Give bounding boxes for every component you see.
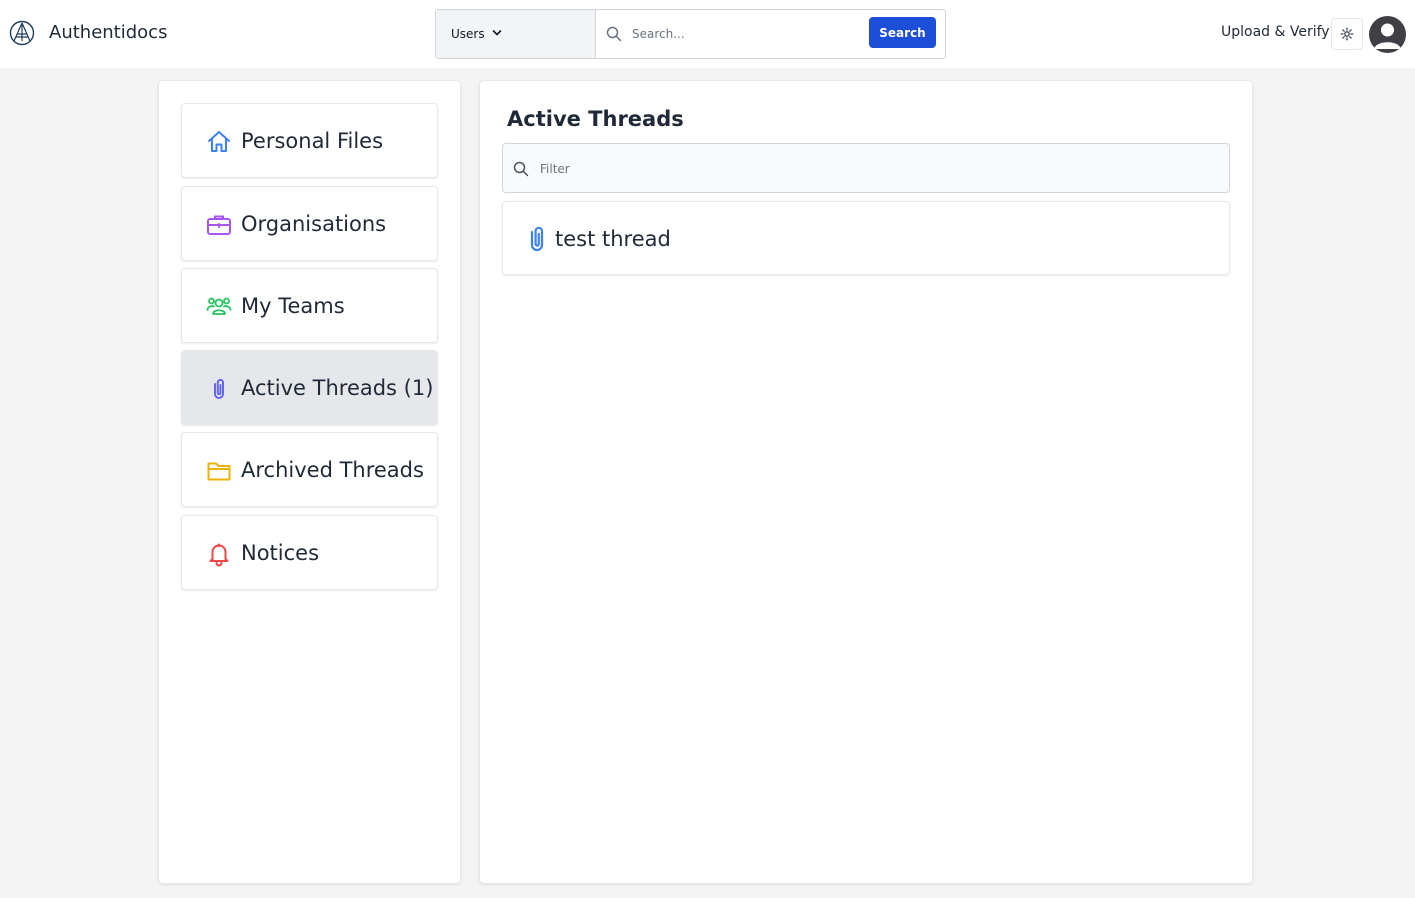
sidebar-item-organisations[interactable]: Organisations — [181, 186, 438, 261]
gear-icon — [1340, 27, 1354, 41]
search-icon — [606, 26, 622, 42]
settings-button[interactable] — [1331, 18, 1363, 50]
sidebar-item-my-teams[interactable]: My Teams — [181, 268, 438, 343]
sidebar-item-label: Archived Threads — [241, 458, 424, 482]
briefcase-icon — [207, 215, 231, 235]
upload-verify-link[interactable]: Upload & Verify — [1221, 24, 1330, 40]
bell-icon — [209, 543, 229, 567]
sidebar-item-label: Personal Files — [241, 129, 384, 153]
search-icon — [513, 161, 529, 177]
sidebar-item-label: Organisations — [241, 212, 387, 236]
sidebar-item-notices[interactable]: Notices — [181, 515, 438, 590]
sidebar-item-label: My Teams — [241, 294, 345, 318]
sidebar-item-label: Active Threads (1) — [241, 376, 434, 400]
home-icon — [208, 131, 230, 152]
brand[interactable]: Authentidocs — [9, 20, 167, 46]
page-title: Active Threads — [507, 107, 684, 131]
search-button[interactable]: Search — [869, 17, 936, 48]
search-scope-value: Users — [451, 27, 485, 41]
main-panel: Active Threads test thread — [479, 80, 1253, 884]
sidebar-item-label: Notices — [241, 541, 320, 565]
top-bar: Authentidocs Users Search Upload & Verif… — [0, 0, 1415, 68]
brand-name: Authentidocs — [49, 22, 168, 43]
search-bar: Users Search — [435, 9, 946, 59]
filter-field — [502, 143, 1230, 193]
user-avatar-icon — [1374, 23, 1401, 49]
search-field: Search — [596, 10, 945, 58]
folder-icon — [207, 462, 231, 481]
sidebar-item-active-threads[interactable]: Active Threads (1) — [181, 350, 438, 425]
filter-input[interactable] — [540, 159, 1140, 179]
thread-item[interactable]: test thread — [502, 201, 1230, 275]
authentidocs-logo-icon — [9, 20, 35, 46]
search-input[interactable] — [632, 24, 852, 44]
chevron-down-icon — [492, 30, 502, 36]
thread-label: test thread — [555, 227, 671, 251]
sidebar-item-personal-files[interactable]: Personal Files — [181, 103, 438, 178]
paperclip-icon — [214, 378, 224, 399]
user-avatar[interactable] — [1369, 16, 1406, 53]
sidebar: Personal Files Organisations My Teams Ac… — [158, 80, 461, 884]
paperclip-icon — [530, 226, 544, 252]
sidebar-item-archived-threads[interactable]: Archived Threads — [181, 432, 438, 507]
users-icon — [206, 297, 232, 315]
search-scope-select[interactable]: Users — [436, 10, 596, 58]
